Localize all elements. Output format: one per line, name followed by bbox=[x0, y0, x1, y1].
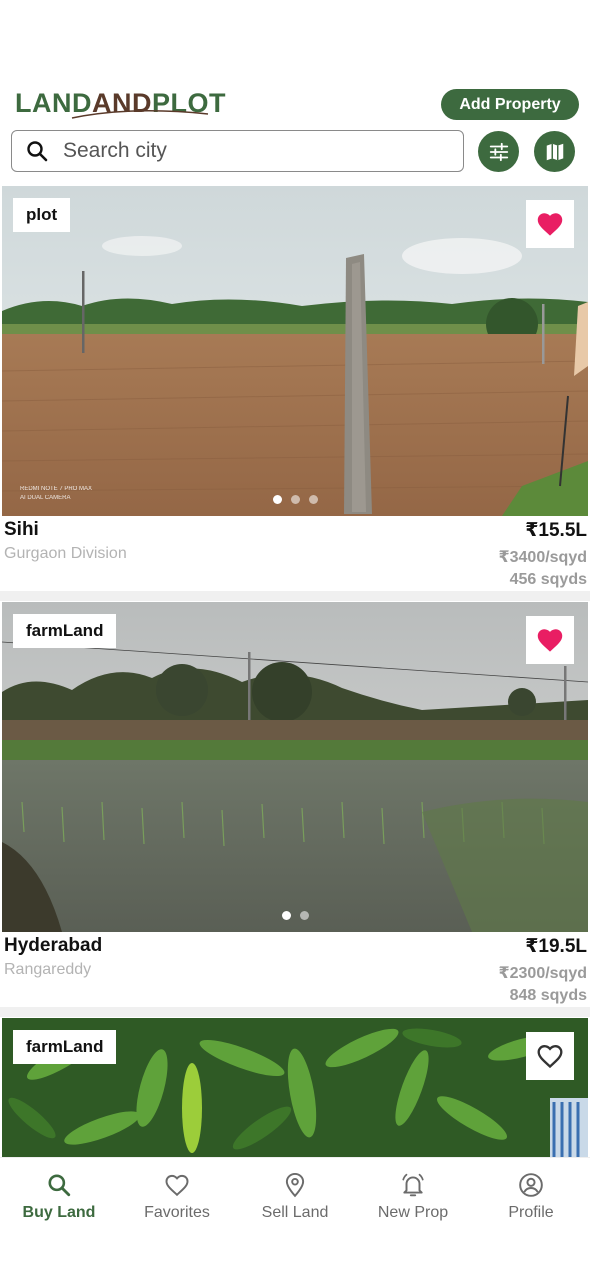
listing-area: 456 sqyds bbox=[509, 571, 587, 588]
property-type-tag: plot bbox=[13, 198, 71, 232]
heart-filled-icon bbox=[537, 213, 563, 236]
search-icon bbox=[48, 1174, 71, 1197]
carousel-dot[interactable] bbox=[282, 911, 291, 920]
search-input[interactable] bbox=[61, 138, 425, 164]
add-property-button[interactable]: Add Property bbox=[441, 89, 579, 120]
nav-label: Sell Land bbox=[261, 1204, 329, 1221]
listing-price: ₹19.5L bbox=[525, 936, 587, 957]
svg-text:AI DUAL CAMERA: AI DUAL CAMERA bbox=[20, 495, 70, 501]
listing-price: ₹15.5L bbox=[525, 520, 587, 541]
listing-city: Sihi bbox=[4, 519, 39, 540]
card-divider bbox=[0, 591, 590, 601]
listing-district: Rangareddy bbox=[4, 961, 92, 978]
listing-info[interactable]: Hyderabad Rangareddy ₹19.5L ₹2300/sqyd 8… bbox=[2, 932, 588, 1007]
nav-item-new-prop[interactable]: New Prop bbox=[354, 1172, 472, 1222]
location-pin-icon bbox=[285, 1172, 305, 1198]
favorite-button[interactable] bbox=[526, 616, 574, 664]
property-type-tag: farmLand bbox=[13, 1030, 117, 1064]
card-divider bbox=[0, 1007, 590, 1017]
nav-item-profile[interactable]: Profile bbox=[472, 1172, 590, 1222]
paddy-field-photo bbox=[2, 602, 588, 932]
listing-rate: ₹3400/sqyd bbox=[498, 549, 587, 566]
field-photo: REDMI NOTE 7 PRO MAX AI DUAL CAMERA bbox=[2, 186, 588, 516]
filter-button[interactable] bbox=[478, 131, 519, 172]
map-button[interactable] bbox=[534, 131, 575, 172]
listing-area: 848 sqyds bbox=[509, 987, 587, 1004]
carousel-dot[interactable] bbox=[300, 911, 309, 920]
bell-icon bbox=[402, 1173, 424, 1197]
image-carousel-dots[interactable] bbox=[273, 495, 318, 504]
listing-card[interactable]: farmLand bbox=[2, 1018, 588, 1157]
nav-label: Profile bbox=[508, 1204, 554, 1221]
image-carousel-dots[interactable] bbox=[282, 911, 309, 920]
listing-rate: ₹2300/sqyd bbox=[498, 965, 587, 982]
listing-card[interactable]: farmLand Hyderabad Rangareddy ₹19.5L ₹23… bbox=[2, 602, 588, 1007]
heart-outline-icon bbox=[537, 1045, 563, 1069]
sliders-icon bbox=[489, 142, 508, 161]
listing-district: Gurgaon Division bbox=[4, 545, 127, 562]
bottom-navigation: Buy Land Favorites Sell Land New Prop Pr… bbox=[0, 1157, 590, 1281]
listing-photo[interactable]: farmLand bbox=[2, 602, 588, 932]
profile-icon bbox=[519, 1173, 543, 1197]
listing-photo[interactable]: farmLand bbox=[2, 1018, 588, 1157]
heart-filled-icon bbox=[537, 629, 563, 652]
nav-label: Buy Land bbox=[22, 1204, 96, 1221]
listing-card[interactable]: REDMI NOTE 7 PRO MAX AI DUAL CAMERA plot… bbox=[2, 186, 588, 591]
listing-info[interactable]: Sihi Gurgaon Division ₹15.5L ₹3400/sqyd … bbox=[2, 516, 588, 591]
logo-swoosh bbox=[71, 110, 209, 119]
favorite-button[interactable] bbox=[526, 1032, 574, 1080]
property-type-tag: farmLand bbox=[13, 614, 117, 648]
carousel-dot[interactable] bbox=[309, 495, 318, 504]
nav-item-favorites[interactable]: Favorites bbox=[118, 1172, 236, 1222]
nav-label: New Prop bbox=[377, 1204, 449, 1221]
search-bar[interactable] bbox=[11, 130, 464, 172]
nav-label: Favorites bbox=[144, 1204, 210, 1221]
nav-item-buy-land[interactable]: Buy Land bbox=[0, 1172, 118, 1222]
listing-photo[interactable]: REDMI NOTE 7 PRO MAX AI DUAL CAMERA plot bbox=[2, 186, 588, 516]
carousel-dot[interactable] bbox=[291, 495, 300, 504]
map-icon bbox=[546, 143, 563, 160]
carousel-dot[interactable] bbox=[273, 495, 282, 504]
favorite-button[interactable] bbox=[526, 200, 574, 248]
app-header: LANDANDPLOT Add Property bbox=[0, 0, 590, 185]
svg-text:REDMI NOTE 7 PRO MAX: REDMI NOTE 7 PRO MAX bbox=[20, 486, 92, 492]
nav-item-sell-land[interactable]: Sell Land bbox=[236, 1172, 354, 1222]
search-icon bbox=[27, 141, 48, 162]
heart-outline-icon bbox=[165, 1174, 189, 1197]
listing-city: Hyderabad bbox=[4, 935, 103, 956]
